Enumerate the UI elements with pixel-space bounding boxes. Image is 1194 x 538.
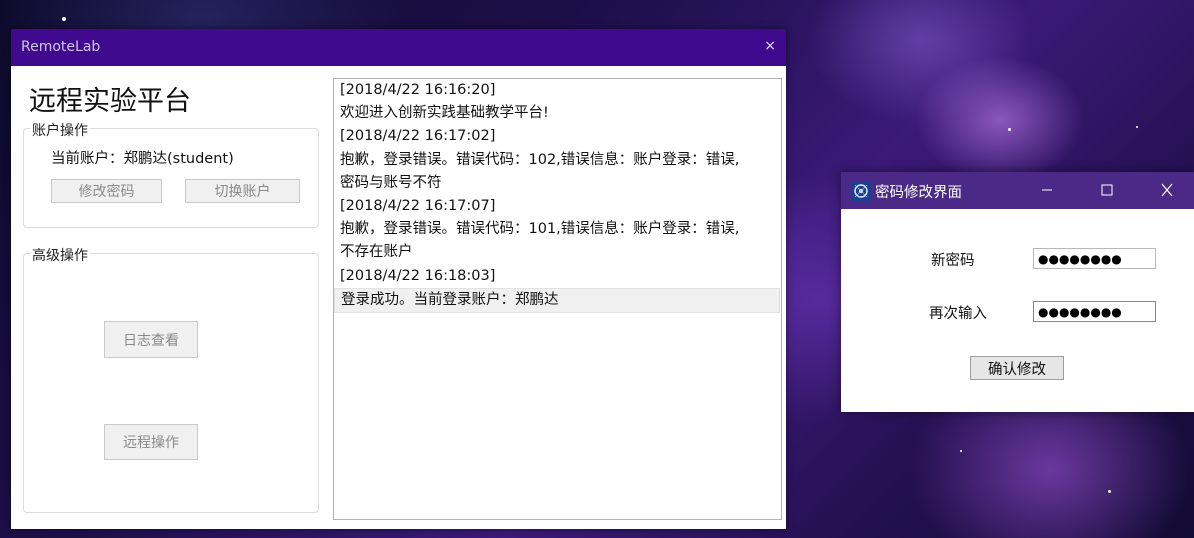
password-change-dialog: 密码修改界面 新密码 再次输入 确认修改 [841,172,1194,412]
view-log-button[interactable]: 日志查看 [104,321,198,358]
log-line[interactable]: [2018/4/22 16:17:07] [334,195,781,218]
group-legend: 高级操作 [30,245,90,265]
log-line-selected[interactable]: 登录成功。当前登录账户：郑鹏达 [334,287,780,314]
window-title: RemoteLab [21,39,101,55]
background-star [1108,490,1111,493]
close-icon[interactable] [1152,178,1182,202]
current-account-label: 当前账户：郑鹏达(student) [51,151,234,167]
background-star [62,17,66,21]
background-star [1136,126,1138,128]
background-star [1008,128,1011,131]
log-line[interactable]: 密码与账号不符 [334,172,781,195]
minimize-icon[interactable] [1032,178,1062,202]
log-line[interactable]: [2018/4/22 16:16:20] [334,79,781,102]
advanced-operations-group: 高级操作 日志查看 远程操作 [23,245,319,513]
new-password-input[interactable] [1033,248,1156,269]
account-operations-group: 账户操作 当前账户：郑鹏达(student) 修改密码 切换账户 [23,120,319,228]
group-legend: 账户操作 [30,120,90,140]
switch-account-button[interactable]: 切换账户 [185,179,300,203]
main-title-bar[interactable]: RemoteLab × [11,29,786,66]
dialog-title: 密码修改界面 [875,185,962,201]
confirm-password-label: 再次输入 [929,306,987,322]
background-star [960,450,962,452]
remote-operation-button[interactable]: 远程操作 [104,424,198,460]
log-line[interactable]: [2018/4/22 16:17:02] [334,125,781,148]
log-line[interactable]: [2018/4/22 16:18:03] [334,265,781,288]
log-line[interactable]: 不存在账户 [334,241,781,264]
remotelab-window: RemoteLab × 远程实验平台 账户操作 当前账户：郑鹏达(student… [11,29,786,529]
log-line[interactable]: 欢迎进入创新实践基础教学平台! [334,102,781,125]
app-icon [851,181,871,201]
close-icon[interactable]: × [764,38,776,54]
new-password-label: 新密码 [931,253,975,269]
page-title: 远程实验平台 [29,86,191,117]
dialog-title-bar[interactable]: 密码修改界面 [841,172,1194,209]
log-listbox[interactable]: [2018/4/22 16:16:20] 欢迎进入创新实践基础教学平台! [20… [333,78,782,520]
log-line[interactable]: 抱歉，登录错误。错误代码：102,错误信息：账户登录：错误, [334,149,781,172]
confirm-password-input[interactable] [1033,301,1156,322]
maximize-icon[interactable] [1092,178,1122,202]
change-password-button[interactable]: 修改密码 [51,179,162,203]
log-line[interactable]: 抱歉，登录错误。错误代码：101,错误信息：账户登录：错误, [334,218,781,241]
confirm-change-button[interactable]: 确认修改 [970,356,1064,380]
